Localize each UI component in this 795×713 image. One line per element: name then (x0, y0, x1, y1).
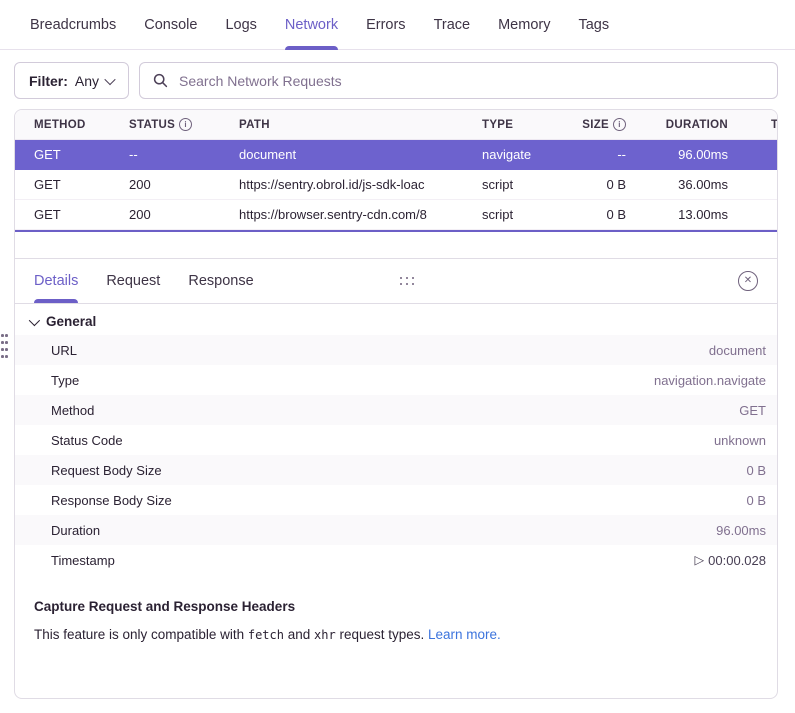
tab-response[interactable]: Response (188, 259, 253, 303)
col-status: STATUSi (129, 118, 239, 131)
network-panel: METHOD STATUSi PATH TYPE SIZEi DURATION … (14, 109, 778, 699)
kv-row-url: URL document (15, 335, 777, 365)
play-icon: ▷ (695, 554, 705, 567)
col-path: PATH (239, 119, 482, 131)
panel-resize-handle[interactable] (1, 334, 8, 361)
close-icon[interactable]: ✕ (738, 271, 758, 291)
tab-trace[interactable]: Trace (434, 0, 471, 49)
chevron-down-icon (104, 73, 115, 84)
tab-breadcrumbs[interactable]: Breadcrumbs (30, 0, 116, 49)
table-empty-space (15, 232, 777, 258)
table-row[interactable]: GET 200 https://sentry.obrol.id/js-sdk-l… (15, 170, 777, 200)
table-row[interactable]: GET 200 https://browser.sentry-cdn.com/8… (15, 200, 777, 230)
kv-row-method: Method GET (15, 395, 777, 425)
general-kv-list: URL document Type navigation.navigate Me… (15, 335, 777, 575)
code-fetch: fetch (248, 628, 284, 642)
kv-row-duration: Duration 96.00ms (15, 515, 777, 545)
table-header: METHOD STATUSi PATH TYPE SIZEi DURATION … (15, 110, 777, 140)
kv-row-type: Type navigation.navigate (15, 365, 777, 395)
search-box[interactable] (139, 62, 778, 99)
search-icon (153, 73, 168, 88)
tab-logs[interactable]: Logs (225, 0, 256, 49)
details-header: Details Request Response ✕ (15, 258, 777, 304)
filter-label: Filter: (29, 73, 68, 89)
tab-console[interactable]: Console (144, 0, 197, 49)
general-section-title: General (46, 314, 96, 329)
timestamp-jump-link[interactable]: ▷ 00:00.028 (695, 553, 766, 568)
learn-more-link[interactable]: Learn more. (428, 627, 501, 642)
kv-row-response-body-size: Response Body Size 0 B (15, 485, 777, 515)
general-section-toggle[interactable]: General (15, 304, 777, 335)
code-xhr: xhr (314, 628, 336, 642)
kv-row-status-code: Status Code unknown (15, 425, 777, 455)
search-input[interactable] (177, 72, 764, 90)
col-timestamp: TIMESTAMP (736, 119, 778, 131)
kv-row-request-body-size: Request Body Size 0 B (15, 455, 777, 485)
col-type: TYPE (482, 119, 568, 131)
kv-row-timestamp: Timestamp ▷ 00:00.028 (15, 545, 777, 575)
filter-dropdown[interactable]: Filter: Any (14, 62, 129, 99)
tab-errors[interactable]: Errors (366, 0, 405, 49)
col-method: METHOD (34, 119, 129, 131)
drag-handle-icon[interactable] (400, 277, 415, 286)
top-tabbar: Breadcrumbs Console Logs Network Errors … (0, 0, 795, 50)
col-size: SIZEi (568, 118, 634, 131)
info-icon[interactable]: i (613, 118, 626, 131)
table-row[interactable]: GET -- document navigate -- 96.00ms (15, 140, 777, 170)
tab-details[interactable]: Details (34, 259, 78, 303)
chevron-down-icon (29, 314, 40, 325)
tab-tags[interactable]: Tags (578, 0, 609, 49)
capture-headers-text: This feature is only compatible with fet… (34, 626, 758, 645)
filter-value: Any (75, 73, 99, 89)
info-icon[interactable]: i (179, 118, 192, 131)
capture-headers-note: Capture Request and Response Headers Thi… (15, 575, 777, 645)
tab-memory[interactable]: Memory (498, 0, 550, 49)
tab-request[interactable]: Request (106, 259, 160, 303)
col-duration: DURATION (634, 119, 736, 131)
filter-row: Filter: Any (14, 62, 778, 99)
tab-network[interactable]: Network (285, 0, 338, 49)
capture-headers-title: Capture Request and Response Headers (34, 599, 758, 614)
